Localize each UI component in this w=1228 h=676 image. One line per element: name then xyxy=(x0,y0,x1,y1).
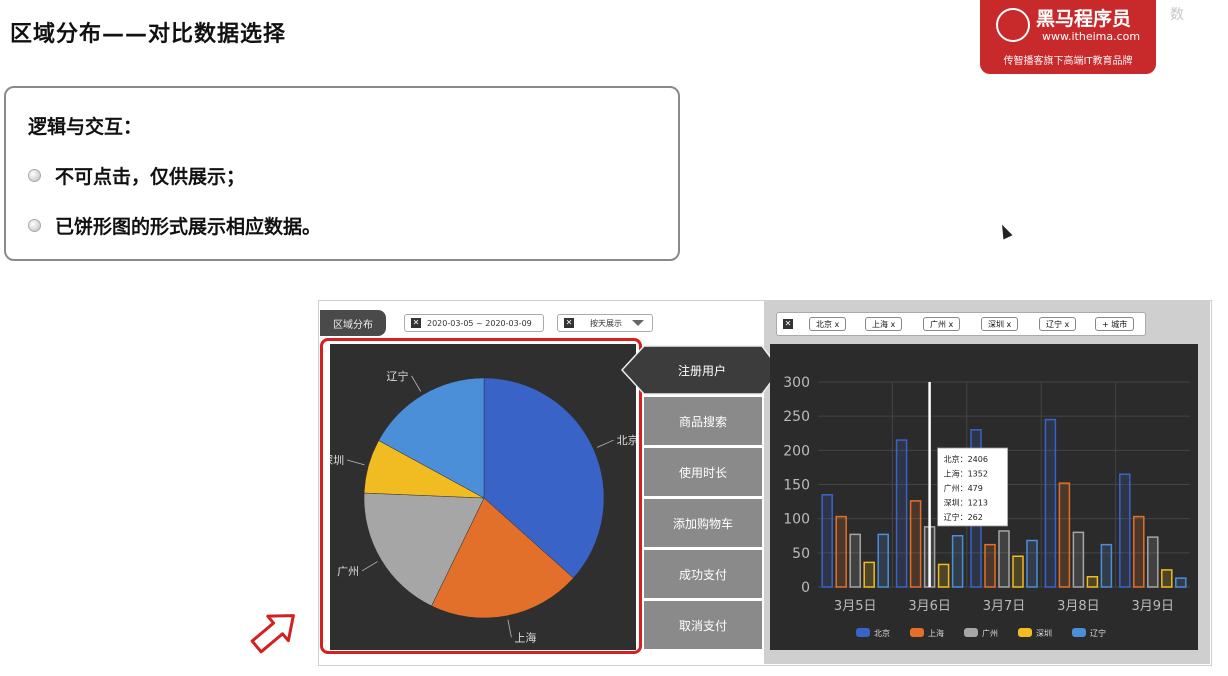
bar xyxy=(1058,482,1071,588)
x-tick-label: 3月5日 xyxy=(834,599,877,614)
y-tick-label: 150 xyxy=(783,478,810,494)
bar xyxy=(849,533,861,588)
x-tick-label: 3月8日 xyxy=(1057,599,1100,614)
highlight-frame xyxy=(320,338,642,654)
bar xyxy=(984,543,996,588)
bar xyxy=(821,494,833,588)
legend-swatch xyxy=(910,628,924,637)
legend-item: 广州 xyxy=(964,628,998,638)
period-select[interactable]: ✕ 按天展示 xyxy=(557,314,653,332)
bar xyxy=(1133,515,1145,588)
tooltip-line: 上海：1352 xyxy=(944,469,988,479)
bar xyxy=(1161,569,1173,588)
city-filter-icon: ✕ xyxy=(783,319,793,329)
bar xyxy=(1044,418,1057,588)
bullet-dot-icon xyxy=(28,219,41,232)
active-menu-label: 注册用户 xyxy=(678,363,726,378)
metric-menu-item[interactable]: 取消支付 xyxy=(644,601,762,649)
legend-swatch xyxy=(856,628,870,637)
tooltip-line: 广州：479 xyxy=(944,483,983,493)
metric-menu-item[interactable]: 使用时长 xyxy=(644,448,762,496)
y-tick-label: 50 xyxy=(792,546,810,562)
legend-item: 上海 xyxy=(910,628,944,638)
metric-menu-item[interactable]: 商品搜索 xyxy=(644,397,762,445)
date-range-picker[interactable]: ✕ 2020-03-05 ~ 2020-03-09 xyxy=(404,314,544,332)
legend-label: 辽宁 xyxy=(1090,628,1106,638)
period-select-value: 按天展示 xyxy=(590,318,622,328)
logic-bullet: 已饼形图的形式展示相应数据。 xyxy=(28,212,321,239)
logo-slogan: 传智播客旗下高端IT教育品牌 xyxy=(1003,56,1133,67)
bar xyxy=(863,561,875,588)
corner-watermark-text: 数 xyxy=(1170,7,1184,23)
legend-swatch xyxy=(1072,628,1086,637)
brand-logo: 黑马程序员 www.itheima.com 传智播客旗下高端IT教育品牌 xyxy=(980,0,1156,74)
region-tab[interactable]: 区域分布 xyxy=(320,310,386,336)
y-tick-label: 100 xyxy=(783,512,810,528)
city-chip-guangzhou[interactable]: 广州 x xyxy=(923,317,961,331)
calendar-icon: ✕ xyxy=(411,318,421,328)
logic-interaction-box: 逻辑与交互： 不可点击，仅供展示； 已饼形图的形式展示相应数据。 xyxy=(4,86,680,261)
bar xyxy=(877,533,889,588)
chart-tooltip: 北京：2406 上海：1352 广州：479 深圳：1213 辽宁：262 xyxy=(937,447,1009,527)
bar xyxy=(998,530,1010,588)
logic-heading: 逻辑与交互： xyxy=(28,116,143,138)
bar xyxy=(909,500,922,588)
tooltip-line: 深圳：1213 xyxy=(944,498,988,508)
metric-menu-item[interactable]: 成功支付 xyxy=(644,550,762,598)
bar xyxy=(1175,577,1187,588)
y-tick-label: 250 xyxy=(783,409,810,425)
bar xyxy=(1100,543,1113,588)
legend-label: 上海 xyxy=(928,628,944,638)
metric-menu-item[interactable]: 添加购物车 xyxy=(644,499,762,547)
logo-url: www.itheima.com xyxy=(1042,30,1141,43)
bar-chart: 0501001502002503003月5日 3月6日 3月7日 3月8日 3月9日北京… xyxy=(783,375,1190,638)
period-icon: ✕ xyxy=(564,318,574,328)
mouse-cursor-icon xyxy=(997,222,1013,240)
pointer-arrow-icon xyxy=(250,614,295,654)
bar xyxy=(1086,576,1099,588)
bar xyxy=(1026,539,1038,588)
bar-chart-panel: 0 50 100 150 200 250 300 3月5日 3月6日 3月7日 3月8日 3月9日 北京… xyxy=(770,344,1198,650)
logic-bullet-text: 已饼形图的形式展示相应数据。 xyxy=(55,216,322,238)
runner-logo-icon xyxy=(996,8,1030,42)
legend-swatch xyxy=(1018,628,1032,637)
bar xyxy=(895,439,908,588)
date-range-text: 2020-03-05 ~ 2020-03-09 xyxy=(427,318,532,328)
tooltip-line: 北京：2406 xyxy=(944,454,988,464)
bar xyxy=(951,535,964,588)
tooltip-line: 辽宁：262 xyxy=(944,512,983,522)
chevron-down-icon xyxy=(632,320,644,326)
legend-label: 北京 xyxy=(874,628,890,638)
bar xyxy=(1072,531,1085,588)
x-tick-label: 3月9日 xyxy=(1132,599,1175,614)
bar xyxy=(1147,536,1159,588)
city-chip-liaoning[interactable]: 辽宁 x xyxy=(1039,317,1077,331)
bullet-dot-icon xyxy=(28,169,41,182)
y-tick-label: 200 xyxy=(783,443,810,459)
logo-brand-name: 黑马程序员 xyxy=(1036,8,1132,30)
bar xyxy=(937,563,950,588)
city-filter-bar: ✕ 北京 x 上海 x 广州 x 深圳 x 辽宁 x + 城市 xyxy=(776,312,1146,336)
y-tick-label: 0 xyxy=(801,580,810,596)
city-chip-shanghai[interactable]: 上海 x xyxy=(865,317,903,331)
legend-item: 深圳 xyxy=(1018,628,1052,638)
bar xyxy=(1119,473,1131,588)
bar xyxy=(835,515,847,588)
x-tick-label: 3月7日 xyxy=(983,599,1026,614)
y-tick-label: 300 xyxy=(783,375,810,391)
logic-bullet-text: 不可点击，仅供展示； xyxy=(55,166,246,188)
city-chip-shenzhen[interactable]: 深圳 x xyxy=(981,317,1019,331)
legend-swatch xyxy=(964,628,978,637)
bar xyxy=(1012,555,1024,588)
city-chip-beijing[interactable]: 北京 x xyxy=(809,317,847,331)
legend-label: 广州 xyxy=(982,628,998,638)
logic-bullet: 不可点击，仅供展示； xyxy=(28,162,245,189)
add-city-button[interactable]: + 城市 xyxy=(1095,317,1135,331)
page-title: 区域分布——对比数据选择 xyxy=(10,22,287,47)
legend-item: 辽宁 xyxy=(1072,628,1106,638)
legend-label: 深圳 xyxy=(1036,628,1052,638)
x-tick-label: 3月6日 xyxy=(908,599,951,614)
active-menu-arrow-shape: 注册用户 xyxy=(620,345,781,395)
legend-item: 北京 xyxy=(856,628,890,638)
